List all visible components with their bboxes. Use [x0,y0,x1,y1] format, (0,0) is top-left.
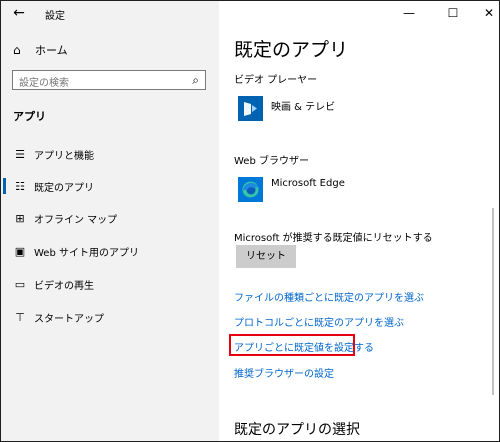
maximize-button[interactable]: ☐ [445,5,461,21]
sidebar-item-label: ビデオの再生 [34,280,94,292]
sidebar-item-startup[interactable]: ⊤ スタートアップ [1,307,219,327]
home-icon: ⌂ [13,43,21,57]
selected-indicator [3,178,6,194]
sidebar-item-apps-features[interactable]: ☰ アプリと機能 [1,144,219,164]
page-title: 既定のアプリ [234,39,349,61]
sidebar-item-home[interactable]: ⌂ ホーム [13,42,68,58]
section-title: アプリ [13,110,46,123]
sidebar-item-label: スタートアップ [34,313,104,325]
web-app-icon: ▣ [14,244,26,258]
sidebar-item-label: オフライン マップ [34,214,118,226]
edge-icon[interactable] [238,177,263,202]
scrollbar[interactable] [492,208,494,395]
link-set-defaults-by-app[interactable]: アプリごとに既定値を設定する [234,339,374,354]
minimize-button[interactable]: — [401,5,417,21]
search-input[interactable] [13,74,185,93]
map-icon: ⊞ [15,211,25,225]
link-by-protocol[interactable]: プロトコルごとに既定のアプリを選ぶ [234,314,404,329]
video-player-label: ビデオ プレーヤー [234,75,318,86]
link-recommended-browser[interactable]: 推奨ブラウザーの設定 [234,365,334,380]
sidebar-item-offline-maps[interactable]: ⊞ オフライン マップ [1,208,219,228]
minimize-icon: — [403,6,415,20]
web-browser-label: Web ブラウザー [234,156,309,167]
sidebar: ← 設定 ⌂ ホーム ⌕ アプリ ☰ アプリと機能 ☷ 既定のアプリ ⊞ オフラ… [1,1,219,441]
video-icon: ▭ [14,277,26,291]
startup-icon: ⊤ [15,310,25,324]
sidebar-item-web-apps[interactable]: ▣ Web サイト用のアプリ [1,241,219,261]
sidebar-item-label: 既定のアプリ [34,182,94,194]
sidebar-item-video-playback[interactable]: ▭ ビデオの再生 [1,274,219,294]
close-button[interactable]: ✕ [481,5,497,21]
window-title: 設定 [45,11,65,22]
sidebar-item-label: アプリと機能 [34,150,94,162]
web-browser-app-name[interactable]: Microsoft Edge [271,178,345,189]
default-apps-icon: ☷ [15,179,25,193]
arrow-left-icon: ← [13,5,25,21]
close-icon: ✕ [483,6,495,20]
section-title: 既定のアプリの選択 [234,422,360,438]
sidebar-item-label: ホーム [35,44,68,57]
settings-window: ← 設定 ⌂ ホーム ⌕ アプリ ☰ アプリと機能 ☷ 既定のアプリ ⊞ オフラ… [0,0,500,442]
sidebar-item-default-apps[interactable]: ☷ 既定のアプリ [1,176,219,196]
sidebar-item-label: Web サイト用のアプリ [34,247,139,259]
main-panel: — ☐ ✕ 既定のアプリ ビデオ プレーヤー 映画 & テレビ Web ブラウザ… [219,1,499,441]
back-button[interactable]: ← [9,3,29,23]
reset-button[interactable]: リセット [236,245,296,268]
list-icon: ☰ [15,147,25,161]
search-icon[interactable]: ⌕ [192,73,199,88]
reset-label: Microsoft が推奨する既定値にリセットする [234,233,433,244]
video-player-app-name[interactable]: 映画 & テレビ [271,98,335,113]
search-box[interactable]: ⌕ [12,70,206,93]
movies-tv-icon[interactable] [238,96,263,121]
link-by-file-type[interactable]: ファイルの種類ごとに既定のアプリを選ぶ [234,289,424,304]
maximize-icon: ☐ [447,6,459,20]
